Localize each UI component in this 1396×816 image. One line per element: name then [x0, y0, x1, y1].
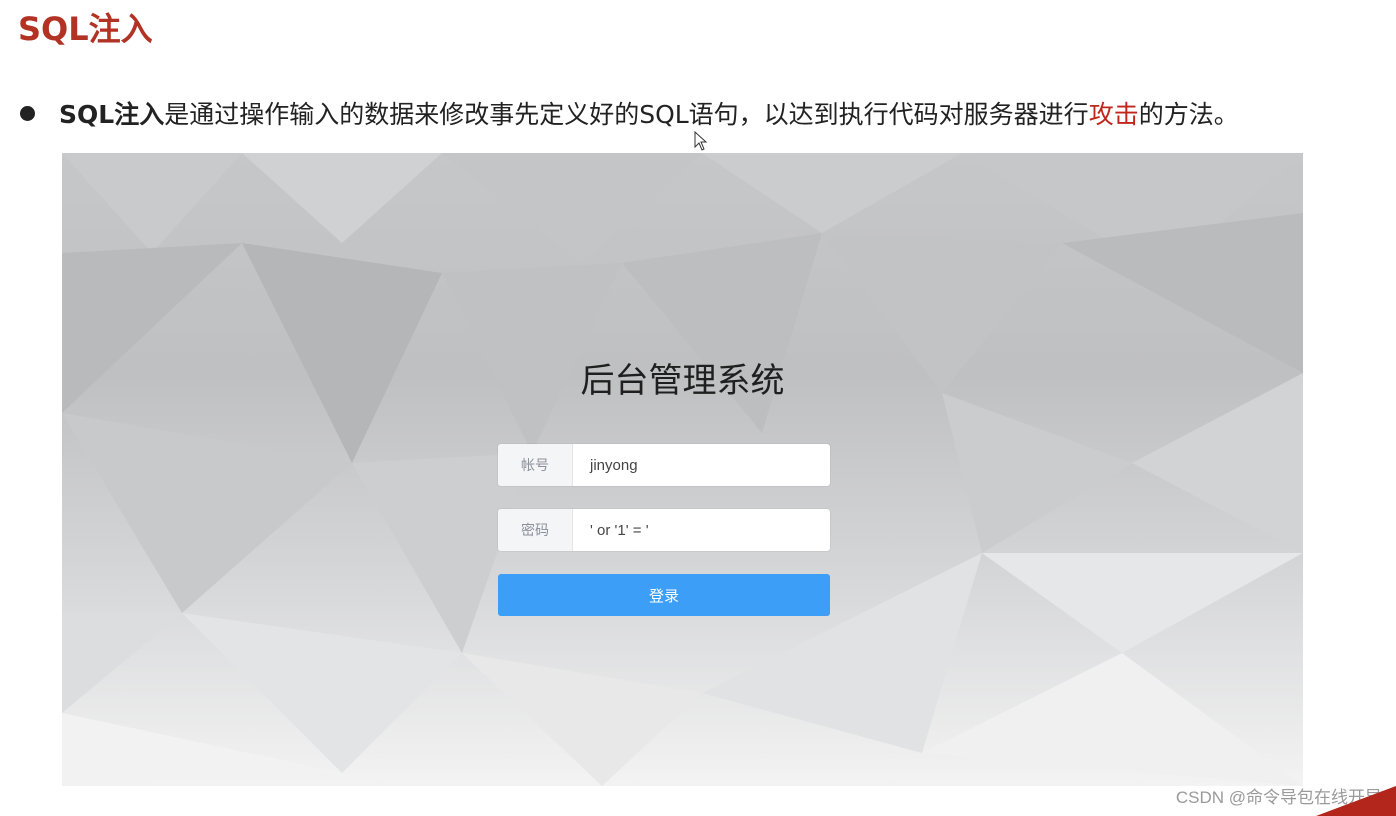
bullet-highlight: 攻击	[1088, 100, 1139, 129]
bullet-term: SQL注入	[59, 100, 165, 129]
mouse-pointer-icon	[694, 131, 708, 151]
login-title: 后台管理系统	[580, 361, 785, 401]
corner-decoration	[1316, 786, 1396, 816]
bullet-point: SQL注入是通过操作输入的数据来修改事先定义好的SQL语句，以达到执行代码对服务…	[20, 97, 1396, 133]
account-label: 帐号	[498, 444, 573, 486]
slide-title: SQL注入	[18, 10, 153, 48]
account-field[interactable]: 帐号 jinyong	[498, 444, 830, 486]
bullet-text-end: 的方法。	[1138, 100, 1239, 129]
login-button[interactable]: 登录	[498, 574, 830, 616]
account-input[interactable]: jinyong	[573, 444, 830, 486]
password-input[interactable]: ' or '1' = '	[573, 509, 830, 551]
password-field[interactable]: 密码 ' or '1' = '	[498, 509, 830, 551]
login-page-screenshot: 后台管理系统 帐号 jinyong 密码 ' or '1' = ' 登录	[62, 153, 1303, 786]
bullet-dot-icon	[20, 105, 35, 121]
bullet-text: 是通过操作输入的数据来修改事先定义好的SQL语句，以达到执行代码对服务器进行	[164, 100, 1089, 129]
password-label: 密码	[498, 509, 573, 551]
